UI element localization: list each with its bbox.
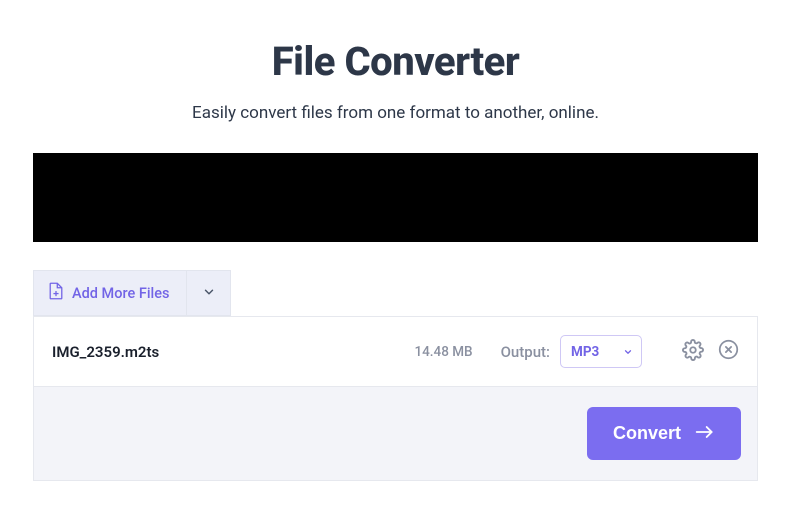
- gear-icon: [682, 339, 704, 365]
- file-row: IMG_2359.m2ts 14.48 MB Output: MP3: [33, 316, 758, 387]
- output-label: Output:: [501, 343, 550, 361]
- output-format-value: MP3: [571, 344, 599, 360]
- page-subtitle: Easily convert files from one format to …: [0, 103, 791, 123]
- convert-button[interactable]: Convert: [587, 407, 741, 460]
- settings-button[interactable]: [682, 339, 704, 365]
- output-format-select[interactable]: MP3: [560, 335, 642, 368]
- remove-file-button[interactable]: [718, 339, 739, 364]
- file-size: 14.48 MB: [414, 344, 472, 360]
- add-more-files-label: Add More Files: [72, 285, 169, 302]
- page-title: File Converter: [0, 38, 791, 85]
- arrow-right-icon: [695, 423, 715, 444]
- chevron-down-icon: [202, 284, 216, 303]
- footer-bar: Convert: [33, 387, 758, 481]
- file-plus-icon: [48, 282, 64, 304]
- close-circle-icon: [718, 339, 739, 364]
- main-panel: Add More Files IMG_2359.m2ts 14.48 MB Ou…: [33, 153, 758, 481]
- file-name: IMG_2359.m2ts: [52, 343, 159, 361]
- chevron-down-icon: [623, 342, 633, 361]
- add-more-files-dropdown[interactable]: [186, 271, 230, 315]
- ad-banner: [33, 153, 758, 242]
- add-more-files-group: Add More Files: [33, 270, 231, 316]
- convert-button-label: Convert: [613, 423, 681, 444]
- add-more-files-button[interactable]: Add More Files: [34, 271, 186, 315]
